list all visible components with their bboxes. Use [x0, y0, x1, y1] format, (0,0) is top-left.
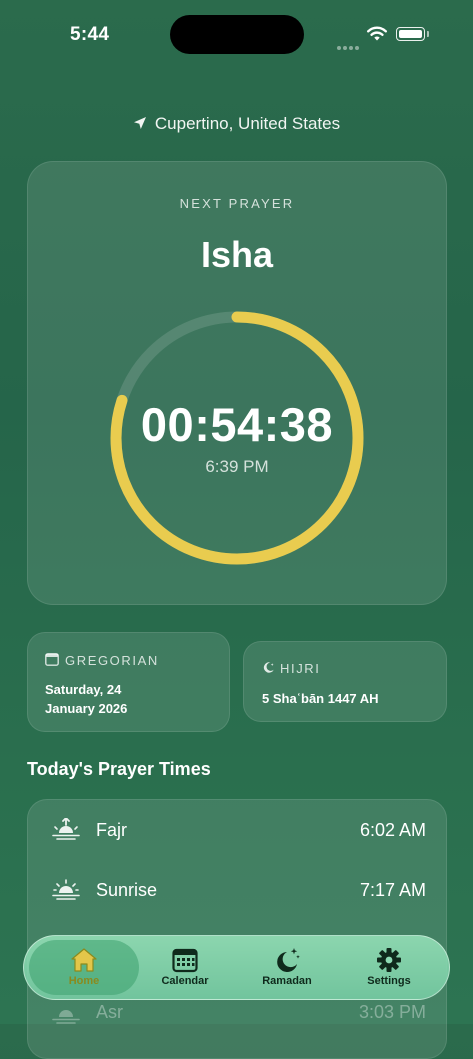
hijri-label: HIJRI	[280, 661, 321, 676]
tab-label: Settings	[367, 975, 411, 987]
prayer-times-list: Fajr 6:02 AM Sunrise 7:17 AM Asr 3:03 PM	[27, 799, 447, 1059]
gregorian-date-card: GREGORIAN Saturday, 24 January 2026	[27, 632, 230, 732]
prayer-name: Asr	[96, 1002, 123, 1022]
prayer-row-fajr[interactable]: Fajr 6:02 AM	[28, 800, 448, 860]
tab-ramadan[interactable]: Ramadan	[237, 947, 337, 987]
prayer-time: 3:03 PM	[358, 1002, 426, 1022]
battery-nub	[427, 31, 429, 37]
next-prayer-name: Isha	[200, 234, 274, 275]
moon-icon	[263, 662, 274, 673]
cellular-signal-icon	[337, 37, 361, 55]
next-prayer-label: NEXT PRAYER	[179, 196, 295, 211]
gear-icon	[377, 948, 401, 972]
gregorian-line1: Saturday, 24	[45, 682, 122, 697]
prayer-time: 6:02 AM	[359, 820, 426, 840]
tab-label: Ramadan	[262, 975, 312, 987]
sunrise-arrow-icon	[52, 818, 80, 840]
hijri-date-card: HIJRI 5 Shaʿbān 1447 AH	[243, 641, 447, 722]
prayer-time: 7:17 AM	[359, 880, 426, 900]
status-time: 5:44	[70, 24, 110, 45]
tab-settings[interactable]: Settings	[339, 947, 439, 987]
prayer-times-title: Today's Prayer Times	[27, 759, 211, 779]
tab-calendar[interactable]: Calendar	[135, 947, 235, 987]
prayer-row-sunrise[interactable]: Sunrise 7:17 AM	[28, 860, 448, 920]
gregorian-line2: January 2026	[45, 701, 128, 716]
gregorian-header: GREGORIAN	[45, 652, 159, 670]
calendar-icon	[172, 948, 198, 973]
tab-label: Calendar	[161, 975, 209, 987]
next-prayer-time: 6:39 PM	[205, 457, 269, 476]
countdown-timer: 00:54:38	[140, 398, 334, 451]
house-icon	[71, 948, 97, 972]
wifi-icon	[366, 25, 388, 47]
tab-label: Home	[68, 975, 100, 987]
calendar-icon	[45, 653, 59, 666]
sun-horizon-icon	[52, 1010, 80, 1024]
hijri-header: HIJRI	[262, 660, 321, 678]
sun-horizon-icon	[52, 879, 80, 900]
prayer-name: Fajr	[96, 820, 127, 840]
tab-home[interactable]: Home	[34, 947, 134, 987]
battery-icon	[396, 27, 425, 41]
hijri-value: 5 Shaʿbān 1447 AH	[262, 691, 379, 706]
gregorian-label: GREGORIAN	[65, 653, 159, 668]
location-arrow-icon	[133, 117, 146, 129]
location-text: Cupertino, United States	[154, 114, 341, 133]
moon-star-icon	[277, 948, 300, 972]
dynamic-island	[170, 15, 304, 54]
prayer-name: Sunrise	[96, 880, 158, 900]
location-label[interactable]: Cupertino, United States	[0, 114, 473, 134]
